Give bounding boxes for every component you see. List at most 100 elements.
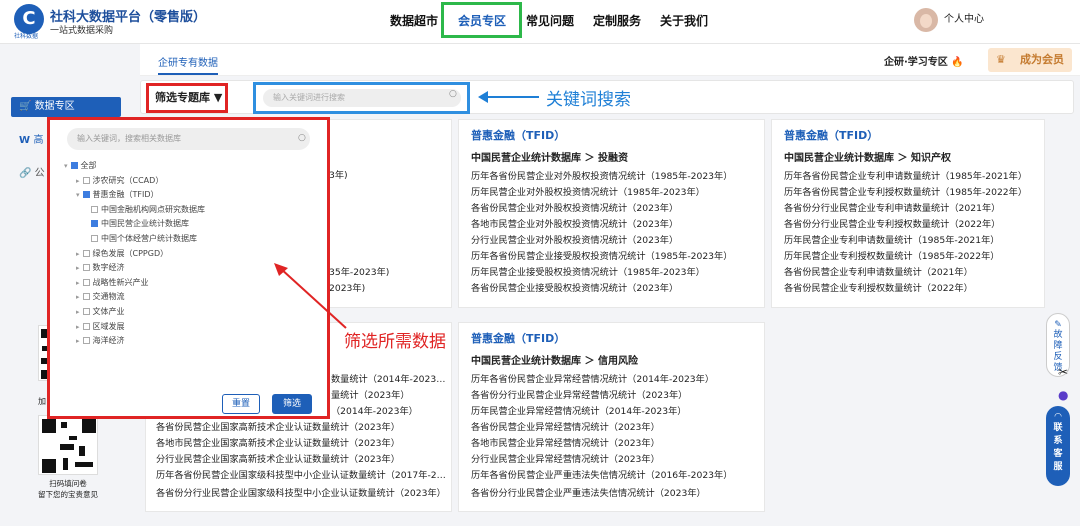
card-item[interactable]: 各省份分行业民营企业专利申请数量统计（2021年） [784, 200, 1000, 214]
user-avatar[interactable] [914, 8, 938, 32]
nav-data-market[interactable]: 数据超市 [390, 12, 438, 29]
tree-node[interactable]: ▸ 交通物流 [76, 291, 125, 302]
card-item[interactable]: 历年各省份民营企业国家级科技型中小企业认证数量统计（2017年-2… [156, 467, 446, 481]
nav-custom-service[interactable]: 定制服务 [593, 12, 641, 29]
become-member-button[interactable]: ♛ 成为会员 [988, 48, 1072, 72]
checkbox[interactable] [82, 308, 90, 315]
card-item[interactable]: 各省份分行业民营企业专利授权数量统计（2022年） [784, 216, 1000, 230]
card-item[interactable]: 历年民营企业异常经营情况统计（2014年-2023年） [471, 403, 686, 417]
checkbox[interactable] [82, 293, 90, 301]
card-item[interactable]: 历年各省份民营企业专利申请数量统计（1985年-2021年） [784, 168, 1027, 182]
panel-search-input[interactable]: 输入关键词，搜索相关数据库 [67, 128, 310, 150]
card-item[interactable]: 历年各省份民营企业异常经营情况统计（2014年-2023年） [471, 371, 714, 385]
user-center-link[interactable]: 个人中心 [944, 10, 984, 25]
search-input[interactable]: 输入关键词进行搜索 [263, 89, 461, 107]
dataset-card-credit[interactable]: 普惠金融（TFID） 中国民营企业统计数据库 ＞ 信用风险 历年各省份民营企业异… [458, 322, 765, 512]
contact-service-button[interactable]: ◠ 联系客服 [1046, 406, 1070, 486]
tree-node[interactable]: ▸ 文体产业 [76, 306, 125, 317]
card-item[interactable]: 历年各省份民营企业专利授权数量统计（1985年-2022年） [784, 184, 1027, 198]
card-subtitle[interactable]: 中国民营企业统计数据库 ＞ 信用风险 [471, 352, 638, 367]
apply-filter-button[interactable]: 筛选 [272, 394, 312, 414]
tree-node[interactable]: ▸ 绿色发展（CPPGD） [76, 248, 168, 259]
ai-assistant-icon[interactable]: ● [1058, 388, 1068, 402]
card-item[interactable]: 数量统计（2014年-2023… [331, 371, 445, 385]
card-item[interactable]: 各省份分行业民营企业国家级科技型中小企业认证数量统计（2023年） [156, 485, 446, 499]
study-zone-link[interactable]: 企研·学习专区 🔥 [884, 53, 964, 68]
expand-arrow-icon[interactable]: ▾ [76, 191, 80, 199]
card-item[interactable]: 各地市民营企业国家高新技术企业认证数量统计（2023年） [156, 435, 400, 449]
card-item[interactable]: 历年民营企业专利申请数量统计（1985年-2021年） [784, 232, 999, 246]
card-title[interactable]: 普惠金融（TFID） [784, 127, 878, 143]
card-item[interactable]: 历年各省份民营企业对外股权投资情况统计（1985年-2023年） [471, 168, 732, 182]
tree-node[interactable]: ▾ 普惠金融（TFID） [76, 189, 159, 200]
checkbox[interactable] [82, 191, 90, 199]
sidebar-item-data-zone[interactable]: 🛒 数据专区 [11, 97, 121, 117]
card-item[interactable]: 分行业民营企业异常经营情况统计（2023年） [471, 451, 660, 465]
checkbox[interactable] [91, 235, 98, 242]
card-item[interactable]: 各省份分行业民营企业异常经营情况统计（2023年） [471, 387, 687, 401]
tree-node[interactable]: 中国金融机构网点研究数据库 [88, 204, 205, 215]
card-item[interactable]: 各省份民营企业专利授权数量统计（2022年） [784, 280, 973, 294]
card-title[interactable]: 普惠金融（TFID） [471, 127, 565, 143]
checkbox[interactable] [82, 264, 90, 272]
card-item[interactable]: 历年民营企业对外股权投资情况统计（1985年-2023年） [471, 184, 705, 198]
nav-faq[interactable]: 常见问题 [526, 12, 574, 29]
card-item[interactable]: 各省份民营企业异常经营情况统计（2023年） [471, 419, 660, 433]
tree-node[interactable]: 中国个体经营户统计数据库 [88, 233, 197, 244]
card-item[interactable]: 历年各省份民营企业接受股权投资情况统计（1985年-2023年） [471, 248, 732, 262]
card-item[interactable]: 3年) [329, 167, 348, 181]
tree-node[interactable]: ▸ 海洋经济 [76, 335, 125, 346]
card-item[interactable]: 各省份民营企业专利申请数量统计（2021年） [784, 264, 973, 278]
tree-node[interactable]: ▸ 涉农研究（CCAD） [76, 175, 163, 186]
card-item[interactable]: 历年民营企业接受股权投资情况统计（1985年-2023年） [471, 264, 705, 278]
card-item[interactable]: 各省份民营企业对外股权投资情况统计（2023年） [471, 200, 678, 214]
card-item[interactable]: （2014年-2023年） [331, 403, 418, 417]
card-item[interactable]: 各省份民营企业国家高新技术企业认证数量统计（2023年） [156, 419, 400, 433]
expand-arrow-icon[interactable]: ▸ [76, 279, 80, 287]
card-subtitle[interactable]: 中国民营企业统计数据库 ＞ 投融资 [471, 149, 628, 164]
card-item[interactable]: 量统计（2023年） [331, 387, 410, 401]
dataset-card-investment[interactable]: 普惠金融（TFID） 中国民营企业统计数据库 ＞ 投融资 历年各省份民营企业对外… [458, 119, 765, 308]
dataset-card-ip[interactable]: 普惠金融（TFID） 中国民营企业统计数据库 ＞ 知识产权 历年各省份民营企业专… [771, 119, 1045, 308]
expand-arrow-icon[interactable]: ▾ [64, 162, 68, 170]
checkbox[interactable] [70, 162, 78, 169]
tree-node[interactable]: 中国民营企业统计数据库 [88, 218, 189, 229]
reset-button[interactable]: 重置 [222, 394, 260, 414]
qr-code-2 [38, 415, 98, 475]
expand-arrow-icon[interactable]: ▸ [76, 308, 80, 316]
tools-icon[interactable]: ✂ [1058, 365, 1068, 379]
expand-arrow-icon[interactable]: ▸ [76, 250, 80, 258]
topic-filter-dropdown[interactable]: 筛选专题库 ▼ [146, 83, 228, 113]
tree-node[interactable]: ▾ 全部 [64, 160, 97, 171]
platform-logo[interactable]: C [14, 4, 44, 34]
tab-premium-data[interactable]: 企研专有数据 [158, 54, 218, 75]
checkbox[interactable] [82, 337, 90, 345]
card-item[interactable]: 分行业民营企业国家高新技术企业认证数量统计（2023年） [156, 451, 400, 465]
tree-node[interactable]: ▸ 区域发展 [76, 321, 125, 332]
search-icon[interactable]: ○ [449, 89, 457, 99]
checkbox[interactable] [82, 278, 90, 286]
card-title[interactable]: 普惠金融（TFID） [471, 330, 565, 346]
card-item[interactable]: 各地市民营企业对外股权投资情况统计（2023年） [471, 216, 678, 230]
checkbox[interactable] [82, 249, 90, 257]
checkbox[interactable] [82, 176, 90, 184]
checkbox[interactable] [91, 220, 98, 228]
checkbox[interactable] [91, 205, 98, 213]
expand-arrow-icon[interactable]: ▸ [76, 264, 80, 272]
card-item[interactable]: 历年各省份民营企业严重违法失信情况统计（2016年-2023年） [471, 467, 732, 481]
card-item[interactable]: 历年民营企业专利授权数量统计（1985年-2022年） [784, 248, 999, 262]
card-item[interactable]: 各地市民营企业异常经营情况统计（2023年） [471, 435, 660, 449]
tree-node[interactable]: ▸ 数字经济 [76, 262, 125, 273]
expand-arrow-icon[interactable]: ▸ [76, 337, 80, 345]
card-subtitle[interactable]: 中国民营企业统计数据库 ＞ 知识产权 [784, 149, 951, 164]
expand-arrow-icon[interactable]: ▸ [76, 293, 80, 301]
checkbox[interactable] [82, 322, 90, 330]
nav-about-us[interactable]: 关于我们 [660, 12, 708, 29]
tree-node[interactable]: ▸ 战略性新兴产业 [76, 277, 149, 288]
expand-arrow-icon[interactable]: ▸ [76, 323, 80, 331]
card-item[interactable]: 各省份分行业民营企业严重违法失信情况统计（2023年） [471, 485, 706, 499]
card-item[interactable]: 各省份民营企业接受股权投资情况统计（2023年） [471, 280, 678, 294]
expand-arrow-icon[interactable]: ▸ [76, 177, 80, 185]
search-icon[interactable]: ○ [298, 133, 306, 143]
card-item[interactable]: 分行业民营企业对外股权投资情况统计（2023年） [471, 232, 678, 246]
